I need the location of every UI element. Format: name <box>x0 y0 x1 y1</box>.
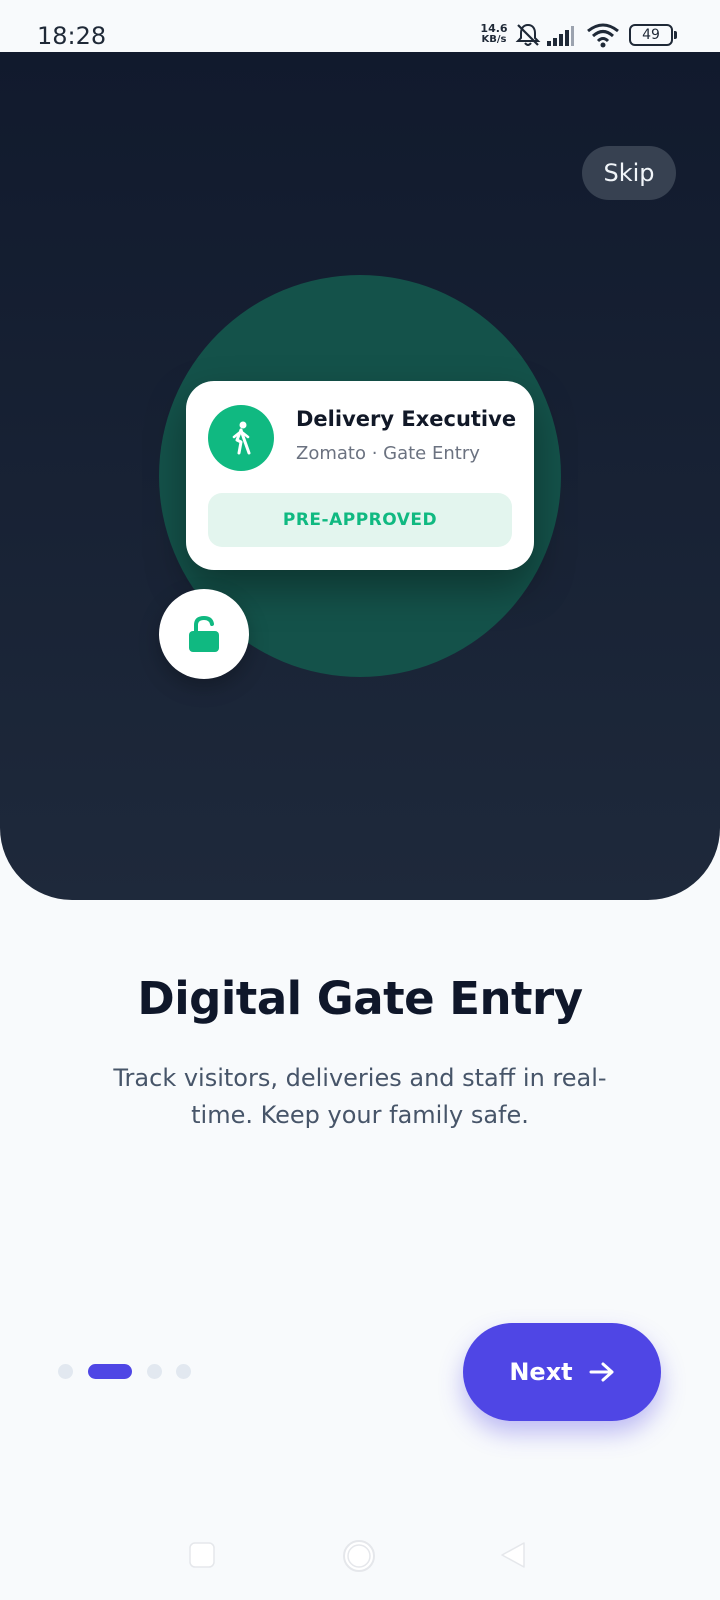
pagination-dot-3 <box>147 1364 162 1379</box>
skip-button[interactable]: Skip <box>582 146 676 200</box>
walking-person-icon <box>208 405 274 471</box>
home-icon[interactable] <box>342 1539 376 1573</box>
page-description: Track visitors, deliveries and staff in … <box>113 1064 607 1129</box>
card-title: Delivery Executive <box>296 407 517 431</box>
pagination-dot-1 <box>58 1364 73 1379</box>
pagination-dot-2-active <box>88 1364 132 1379</box>
network-speed-unit: KB/s <box>481 34 507 45</box>
wifi-icon <box>587 23 619 48</box>
status-time: 18:28 <box>37 22 107 50</box>
page-title: Digital Gate Entry <box>137 972 583 1025</box>
pagination-dot-4 <box>176 1364 191 1379</box>
visitor-entry-card: Delivery Executive Zomato · Gate Entry P… <box>186 381 534 570</box>
back-icon[interactable] <box>499 1541 527 1569</box>
hero-illustration: Skip Delivery Executive Zomato · Gate En… <box>0 52 720 900</box>
recent-apps-icon[interactable] <box>189 1542 215 1568</box>
system-navigation-bar <box>0 1530 720 1600</box>
next-button-label: Next <box>509 1358 573 1386</box>
pre-approved-badge: PRE-APPROVED <box>208 493 512 547</box>
signal-bars-icon <box>547 26 574 46</box>
arrow-right-icon <box>589 1362 614 1382</box>
muted-bell-icon <box>515 23 541 46</box>
network-speed-value: 14.6 <box>480 22 508 35</box>
network-speed: 14.6 KB/s <box>477 23 511 45</box>
next-button[interactable]: Next <box>463 1323 661 1421</box>
unlocked-padlock-icon <box>159 589 249 679</box>
battery-indicator: 49 <box>629 24 677 46</box>
card-subtitle: Zomato · Gate Entry <box>296 443 480 464</box>
status-bar: 18:28 14.6 KB/s 49 <box>0 0 720 52</box>
